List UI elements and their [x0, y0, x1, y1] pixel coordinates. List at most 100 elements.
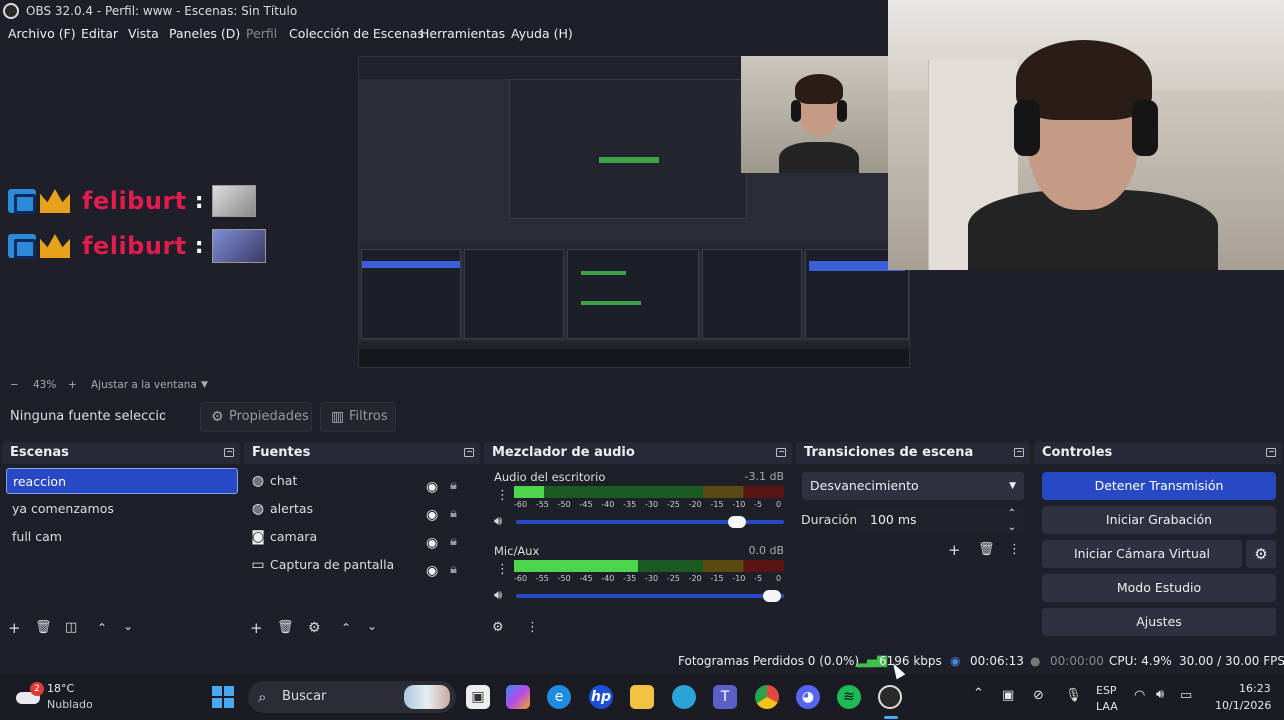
transition-select[interactable]: Desvanecimiento ▼ [802, 472, 1024, 500]
volume-slider[interactable] [516, 590, 784, 602]
undock-icon[interactable] [776, 448, 786, 457]
meter-scale-tick: -25 [666, 500, 680, 509]
search-icon: ⌕ [258, 688, 267, 706]
menu-archivo[interactable]: Archivo (F) [8, 22, 76, 46]
undock-icon[interactable] [1014, 448, 1024, 457]
clock-date[interactable]: 10/1/2026 [1215, 699, 1271, 712]
weather-widget[interactable]: 2 [14, 682, 44, 706]
chevron-down-icon[interactable]: ⌄ [1008, 514, 1016, 542]
duration-spinbox[interactable]: 100 ms ⌃ ⌄ [856, 506, 1024, 534]
chrome-icon[interactable] [755, 685, 779, 709]
properties-button[interactable]: ⚙ Propiedades [200, 402, 312, 432]
menu-herramientas[interactable]: Herramientas [420, 22, 505, 46]
menu-perfil[interactable]: Perfil [246, 22, 277, 46]
channel-db: 0.0 dB [748, 544, 784, 557]
tray-app-icon[interactable]: ▣ [1002, 688, 1014, 703]
undock-icon[interactable] [464, 448, 474, 457]
zoom-out-button[interactable]: − [10, 376, 19, 394]
lock-icon[interactable]: 🔒︎ [450, 556, 457, 584]
source-item-chat[interactable]: ◍ chat ◉ 🔒︎ [244, 467, 480, 495]
scene-item-ya-comenzamos[interactable]: ya comenzamos [6, 496, 238, 522]
status-bar: Fotogramas Perdidos 0 (0.0%) ▂▄▆ 6196 kb… [0, 648, 1284, 674]
chevron-down-icon[interactable]: ⌄ [123, 618, 133, 634]
menu-coleccion-escenas[interactable]: Colección de Escenas [289, 22, 424, 46]
kebab-menu-icon[interactable]: ⋮ [496, 488, 509, 504]
fit-to-window-label[interactable]: Ajustar a la ventana [91, 376, 197, 394]
search-box[interactable]: ⌕ Buscar [248, 681, 456, 713]
volume-slider[interactable] [516, 516, 784, 528]
add-source-icon[interactable]: + [250, 620, 263, 636]
copilot-icon[interactable] [506, 685, 530, 709]
windows-start-icon[interactable] [212, 686, 234, 708]
file-explorer-icon[interactable] [630, 685, 654, 709]
kebab-menu-icon[interactable]: ⋮ [496, 562, 509, 578]
scene-item-reaccion[interactable]: reaccion [6, 468, 238, 494]
gear-icon[interactable]: ⚙ [308, 620, 321, 636]
speaker-icon[interactable]: 🔊︎ [494, 588, 502, 604]
crown-icon [40, 234, 70, 258]
kebab-menu-icon[interactable]: ⋮ [1008, 542, 1021, 558]
scene-item-full-cam[interactable]: full cam [6, 524, 238, 550]
studio-mode-button[interactable]: Modo Estudio [1042, 574, 1276, 602]
zoom-in-button[interactable]: + [68, 376, 77, 394]
trash-icon[interactable]: 🗑 [978, 542, 995, 558]
stop-streaming-button[interactable]: Detener Transmisión [1042, 472, 1276, 500]
chevron-down-icon[interactable]: ▼ [201, 376, 208, 394]
camera-icon: ◙ [251, 529, 265, 545]
advanced-audio-icon[interactable]: ⚙ [492, 620, 504, 636]
edge-icon[interactable]: e [547, 685, 571, 709]
volume-knob[interactable] [763, 590, 782, 602]
chevron-up-icon[interactable]: ⌃ [973, 686, 984, 701]
undock-icon[interactable] [1266, 448, 1276, 457]
virtual-camera-settings-icon[interactable]: ⚙ [1246, 540, 1276, 568]
start-recording-button[interactable]: Iniciar Grabación [1042, 506, 1276, 534]
eye-icon[interactable]: ◉ [426, 557, 438, 585]
meter-scale-tick: -10 [732, 574, 746, 583]
spotify-icon[interactable]: ≋ [837, 685, 861, 709]
scenes-dock: Escenas reaccion ya comenzamos full cam … [2, 442, 240, 644]
trash-icon[interactable]: 🗑 [35, 620, 52, 636]
obs-taskbar-icon[interactable] [878, 685, 902, 709]
eye-off-icon[interactable]: ⊘ [1033, 688, 1044, 703]
streaming-icon: ◉ [950, 654, 961, 668]
settings-button[interactable]: Ajustes [1042, 608, 1276, 636]
source-item-camara[interactable]: ◙ camara ◉ 🔒︎ [244, 523, 480, 551]
start-virtual-camera-button[interactable]: Iniciar Cámara Virtual [1042, 540, 1242, 568]
recording-icon: ● [1030, 654, 1041, 668]
volume-knob[interactable] [728, 516, 747, 528]
menu-paneles[interactable]: Paneles (D) [169, 22, 240, 46]
menu-editar[interactable]: Editar [81, 22, 118, 46]
chevron-up-icon[interactable]: ⌃ [341, 620, 351, 636]
language-code[interactable]: ESP [1096, 684, 1117, 697]
overlay-colon: : [194, 233, 204, 259]
menu-vista[interactable]: Vista [128, 22, 159, 46]
hp-icon[interactable]: hp [589, 685, 613, 709]
source-item-captura[interactable]: ▭ Captura de pantalla ◉ 🔒︎ [244, 551, 480, 579]
source-item-alertas[interactable]: ◍ alertas ◉ 🔒︎ [244, 495, 480, 523]
microphone-icon[interactable]: 🎙︎ [1065, 688, 1082, 703]
clock-time[interactable]: 16:23 [1239, 682, 1271, 695]
volume-icon[interactable]: 🔊︎ [1156, 687, 1164, 702]
battery-icon[interactable]: ▭ [1180, 688, 1192, 703]
discord-icon[interactable]: ◕ [796, 685, 820, 709]
subscriber-badge-icon [8, 189, 36, 214]
meter-scale-tick: -40 [601, 574, 615, 583]
keyboard-layout[interactable]: LAA [1096, 700, 1118, 713]
chevron-down-icon[interactable]: ⌄ [367, 618, 377, 634]
add-scene-icon[interactable]: + [8, 620, 21, 636]
task-view-icon[interactable]: ▣ [466, 685, 490, 709]
trash-icon[interactable]: 🗑 [277, 620, 294, 636]
weather-app-icon[interactable] [672, 685, 696, 709]
menu-ayuda[interactable]: Ayuda (H) [511, 22, 573, 46]
filters-button[interactable]: ▥ Filtros [320, 402, 396, 432]
undock-icon[interactable] [224, 448, 234, 457]
wifi-icon[interactable]: ◠ [1134, 688, 1145, 703]
chevron-up-icon[interactable]: ⌃ [97, 620, 107, 636]
teams-icon[interactable]: T [713, 685, 737, 709]
speaker-icon[interactable]: 🔊︎ [494, 514, 502, 530]
add-transition-icon[interactable]: + [948, 542, 961, 558]
kebab-menu-icon[interactable]: ⋮ [526, 620, 539, 636]
scene-filter-icon[interactable]: ◫ [65, 620, 77, 636]
duration-label: Duración [801, 512, 858, 527]
overlay-username: feliburt [82, 232, 187, 260]
